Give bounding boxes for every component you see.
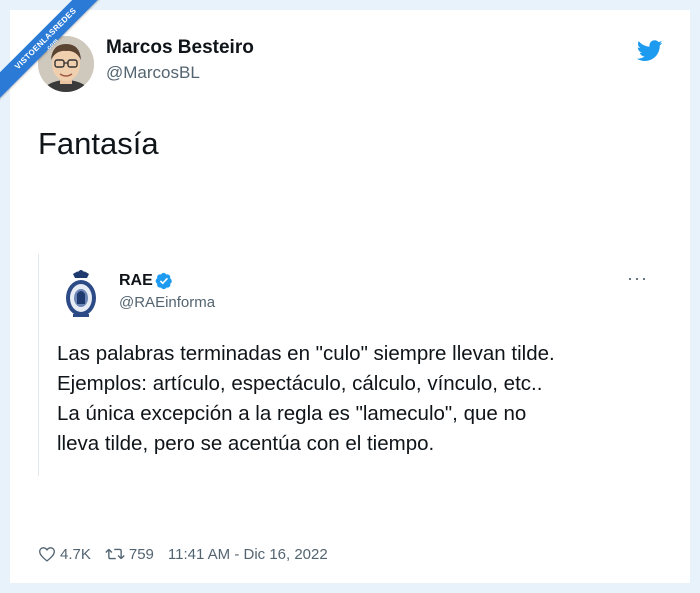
watermark-text: VISTOENLASREDES — [13, 6, 79, 72]
author-name[interactable]: Marcos Besteiro — [106, 37, 254, 59]
tweet-footer: 4.7K 759 11:41 AM - Dic 16, 2022 — [38, 543, 342, 565]
like-count: 4.7K — [60, 545, 91, 563]
tweet-timestamp[interactable]: 11:41 AM - Dic 16, 2022 — [168, 546, 328, 563]
quoted-text-line: La única excepción a la regla es "lamecu… — [57, 402, 527, 425]
quoted-text-line: Las palabras terminadas en "culo" siempr… — [57, 342, 555, 365]
watermark-sub: .com — [44, 37, 60, 53]
more-options-icon[interactable]: ··· — [627, 268, 648, 289]
quoted-author-handle[interactable]: @RAEinforma — [119, 294, 215, 311]
quoted-tweet[interactable]: RAE @RAEinforma ··· Las palabras termina… — [38, 254, 665, 476]
quoted-tweet-text: Las palabras terminadas en "culo" siempr… — [57, 339, 657, 459]
quoted-author-name[interactable]: RAE — [119, 272, 153, 290]
verified-badge-icon — [155, 272, 173, 290]
watermark-ribbon: VISTOENLASREDES .com — [0, 0, 110, 110]
like-stat[interactable]: 4.7K — [38, 546, 91, 563]
retweet-count: 759 — [128, 545, 154, 563]
quoted-text-line: Ejemplos: artículo, espectáculo, cálculo… — [57, 372, 543, 395]
twitter-bird-icon[interactable] — [636, 40, 663, 62]
quoted-text-line: lleva tilde, pero se acentúa con el tiem… — [57, 432, 435, 455]
retweet-icon — [105, 548, 125, 560]
rae-logo-icon — [63, 268, 99, 318]
tweet-text: Fantasía — [38, 126, 159, 161]
author-handle[interactable]: @MarcosBL — [106, 63, 200, 83]
retweet-stat[interactable]: 759 — [105, 546, 154, 563]
heart-icon — [39, 547, 55, 562]
